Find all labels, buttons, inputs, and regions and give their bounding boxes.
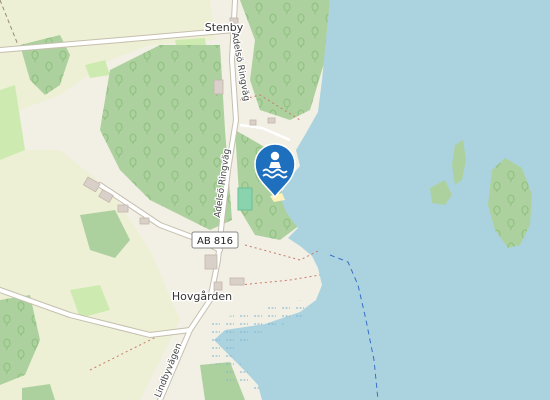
building: [204, 254, 218, 270]
sports-pitch: [237, 187, 253, 211]
place-label-hovgarden: Hovgården: [172, 290, 232, 303]
building: [139, 217, 150, 225]
building: [267, 117, 276, 124]
svg-text:AB 816: AB 816: [197, 236, 233, 247]
building: [213, 79, 224, 95]
map-canvas[interactable]: Stenby Hovgården Adelsö Ringväg Adelsö R…: [0, 0, 550, 400]
building: [213, 281, 223, 291]
building: [117, 204, 129, 213]
road-shield-ab816: AB 816: [191, 231, 239, 249]
building: [249, 119, 257, 126]
building: [229, 277, 245, 286]
